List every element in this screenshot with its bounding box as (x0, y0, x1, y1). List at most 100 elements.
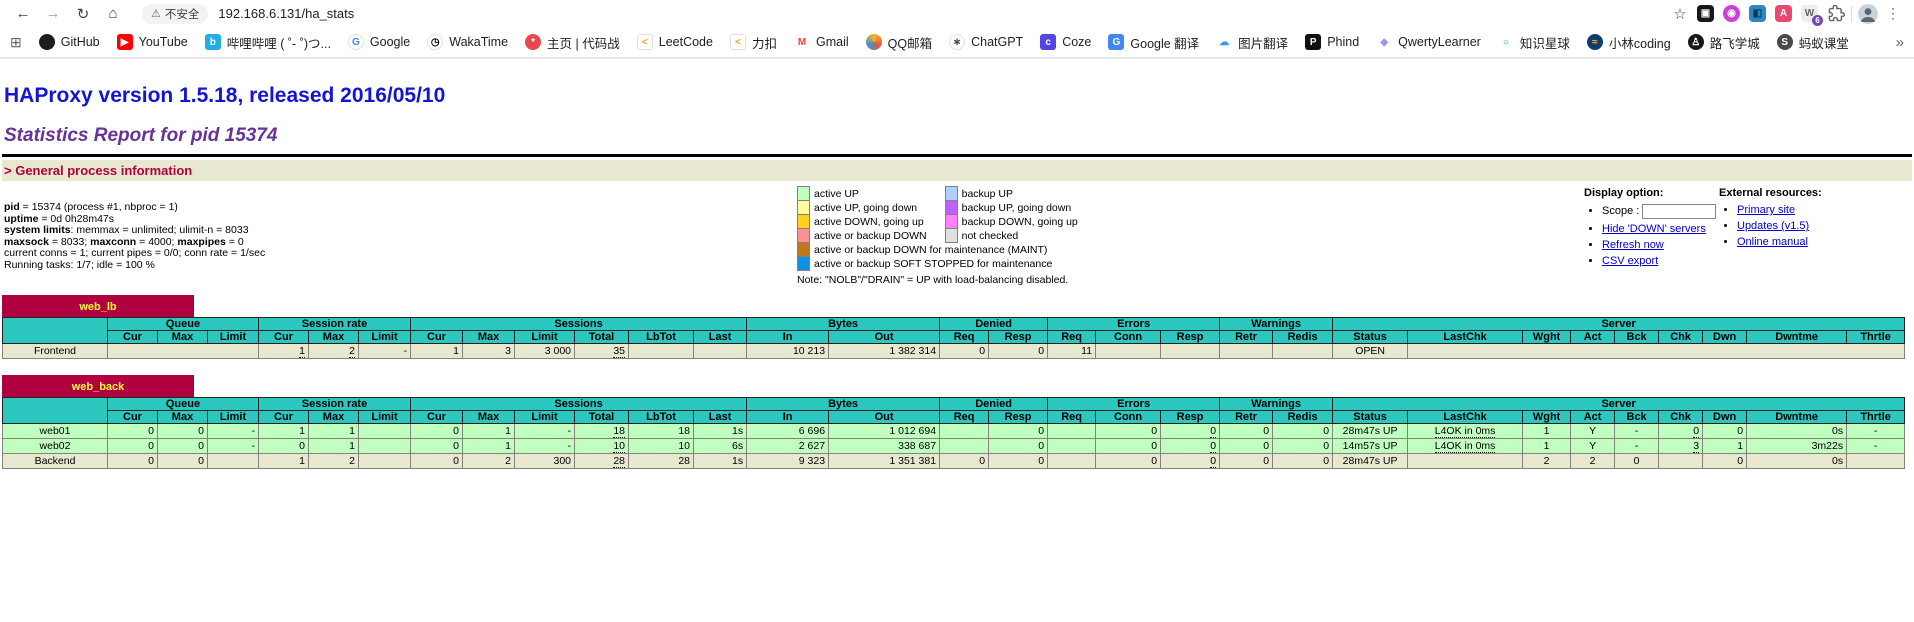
stat-cell: 0 (1161, 424, 1220, 439)
table-row-web02: web0200-0101-10106s2 627338 6870000014m5… (3, 439, 1905, 454)
stat-cell: 1 (463, 424, 515, 439)
extension-wappalyzer-icon[interactable]: W6 (1801, 5, 1818, 22)
bookmark-zsxq[interactable]: ○知识星球 (1498, 33, 1570, 52)
column-status: Status (1333, 411, 1408, 424)
bookmark-label: QQ邮箱 (888, 33, 932, 52)
extension-image-assistant-icon[interactable]: ◉ (1723, 5, 1740, 22)
column-redis: Redis (1273, 331, 1333, 344)
column-cur: Cur (108, 331, 158, 344)
bookmark-wakatime[interactable]: ◷WakaTime (427, 34, 508, 50)
stat-cell: 1 (259, 344, 309, 359)
security-chip[interactable]: ⚠ 不安全 (142, 4, 208, 24)
scope-input[interactable] (1642, 204, 1716, 219)
column-dwntme: Dwntme (1747, 331, 1847, 344)
stat-cell: 0 (989, 439, 1048, 454)
forward-icon[interactable]: → (40, 5, 66, 22)
csv-export-link[interactable]: CSV export (1602, 255, 1658, 267)
stat-value-tooltip: 0 (1210, 425, 1216, 438)
stat-cell: 0 (989, 424, 1048, 439)
column-thrtle: Thrtle (1847, 331, 1905, 344)
extensions-puzzle-icon[interactable] (1828, 5, 1845, 22)
column-bck: Bck (1615, 331, 1659, 344)
column-max: Max (463, 411, 515, 424)
external-resources-title: External resources: (1719, 187, 1914, 199)
hide-down-servers-link[interactable]: Hide 'DOWN' servers (1602, 223, 1706, 235)
primary-site-link[interactable]: Primary site (1737, 204, 1795, 216)
extension-grid-icon[interactable]: ▣ (1697, 5, 1714, 22)
bookmark-bilibili[interactable]: b哔哩哔哩 ( ˚- ˚)つ... (205, 33, 331, 52)
profile-avatar[interactable] (1858, 4, 1878, 24)
extension-capture-icon[interactable]: ◧ (1749, 5, 1766, 22)
stat-cell: - (1615, 439, 1659, 454)
updates-link[interactable]: Updates (v1.5) (1737, 220, 1809, 232)
column-chk: Chk (1659, 331, 1703, 344)
online-manual-link[interactable]: Online manual (1737, 236, 1808, 248)
bookmark-star-icon[interactable]: ☆ (1667, 5, 1693, 23)
stat-value-tooltip: 0 (1693, 425, 1699, 438)
bookmark-mayikt[interactable]: S蚂蚁课堂 (1777, 33, 1849, 52)
bookmark-xiaolin-coding[interactable]: ≈小林coding (1587, 33, 1671, 52)
haproxy-version-link[interactable]: HAProxy version 1.5.18, released 2016/05… (4, 84, 445, 107)
column-conn: Conn (1096, 331, 1161, 344)
bookmark-chatgpt[interactable]: ∗ChatGPT (949, 34, 1023, 50)
bookmark-leetcode-cn[interactable]: <力扣 (730, 33, 777, 52)
stat-cell: - (515, 439, 575, 454)
column-cur: Cur (411, 411, 463, 424)
proxy-title-link-web_lb[interactable]: web_lb (79, 301, 116, 313)
stat-cell (1273, 344, 1333, 359)
bookmark-coze[interactable]: cCoze (1040, 34, 1091, 50)
stat-cell (629, 344, 694, 359)
more-bookmarks-icon[interactable]: » (1896, 34, 1904, 51)
url-text[interactable]: 192.168.6.131/ha_stats (218, 6, 354, 21)
bookmark-label: 路飞学城 (1710, 33, 1760, 52)
bookmark-qqmail[interactable]: QQ邮箱 (866, 33, 932, 52)
browser-toolbar: ← → ↻ ⌂ ⚠ 不安全 192.168.6.131/ha_stats ☆ ▣… (0, 0, 1914, 27)
extension-badge: 6 (1812, 15, 1823, 26)
legend-swatch (798, 187, 810, 201)
stat-cell: 0 (1220, 454, 1273, 469)
zhishixingqiu-favicon: ○ (1498, 34, 1514, 50)
column-last: Last (694, 331, 747, 344)
stats-table-web_back: QueueSession rateSessionsBytesDeniedErro… (2, 397, 1905, 469)
stat-cell (1048, 424, 1096, 439)
stat-cell: 6s (694, 439, 747, 454)
row-label: web02 (3, 439, 108, 454)
bookmark-github[interactable]: GitHub (39, 34, 100, 50)
bookmarks-apps-icon[interactable]: ⊞ (10, 34, 22, 51)
bookmark-codewars-home[interactable]: *主页 | 代码战 (525, 33, 620, 52)
external-resources-block: External resources: Primary site Updates… (1719, 185, 1914, 286)
back-icon[interactable]: ← (10, 5, 36, 22)
stat-cell (1408, 454, 1523, 469)
gmail-favicon: M (794, 34, 810, 50)
reload-icon[interactable]: ↻ (70, 5, 96, 23)
bookmark-label: Phind (1327, 35, 1359, 49)
bookmark-qwerty-learner[interactable]: ◆QwertyLearner (1376, 34, 1481, 50)
legend-swatch (798, 215, 810, 229)
bookmark-youtube[interactable]: ▶YouTube (117, 34, 188, 50)
home-icon[interactable]: ⌂ (100, 5, 126, 22)
bookmark-leetcode[interactable]: <LeetCode (637, 34, 713, 50)
bookmark-luffy[interactable]: ♙路飞学城 (1688, 33, 1760, 52)
bookmark-gmail[interactable]: M Gmail (794, 34, 849, 50)
refresh-now-link[interactable]: Refresh now (1602, 239, 1664, 251)
bookmark-phind[interactable]: PPhind (1305, 34, 1359, 50)
column-max: Max (309, 411, 359, 424)
bookmark-label: 图片翻译 (1238, 33, 1288, 52)
proxy-title-link-web_back[interactable]: web_back (72, 381, 125, 393)
stat-cell: 1 (259, 424, 309, 439)
mayikt-favicon: S (1777, 34, 1793, 50)
address-bar[interactable]: ⚠ 不安全 192.168.6.131/ha_stats (136, 3, 1657, 25)
proxy-title-web_back: web_back (2, 375, 194, 397)
browser-menu-icon[interactable]: ⋮ (1882, 5, 1904, 22)
stat-cell: - (359, 344, 411, 359)
bookmark-label: Gmail (816, 35, 849, 49)
bookmark-image-translate[interactable]: ☁图片翻译 (1216, 33, 1288, 52)
stat-cell: 0 (1220, 424, 1273, 439)
column-resp: Resp (1161, 331, 1220, 344)
stat-cell: 1 (463, 439, 515, 454)
bookmark-google-translate[interactable]: GGoogle 翻译 (1108, 33, 1199, 52)
bookmark-google[interactable]: GGoogle (348, 34, 410, 50)
row-label: Backend (3, 454, 108, 469)
bookmark-label: 哔哩哔哩 ( ˚- ˚)つ... (227, 33, 331, 52)
extension-translator-icon[interactable]: A (1775, 5, 1792, 22)
